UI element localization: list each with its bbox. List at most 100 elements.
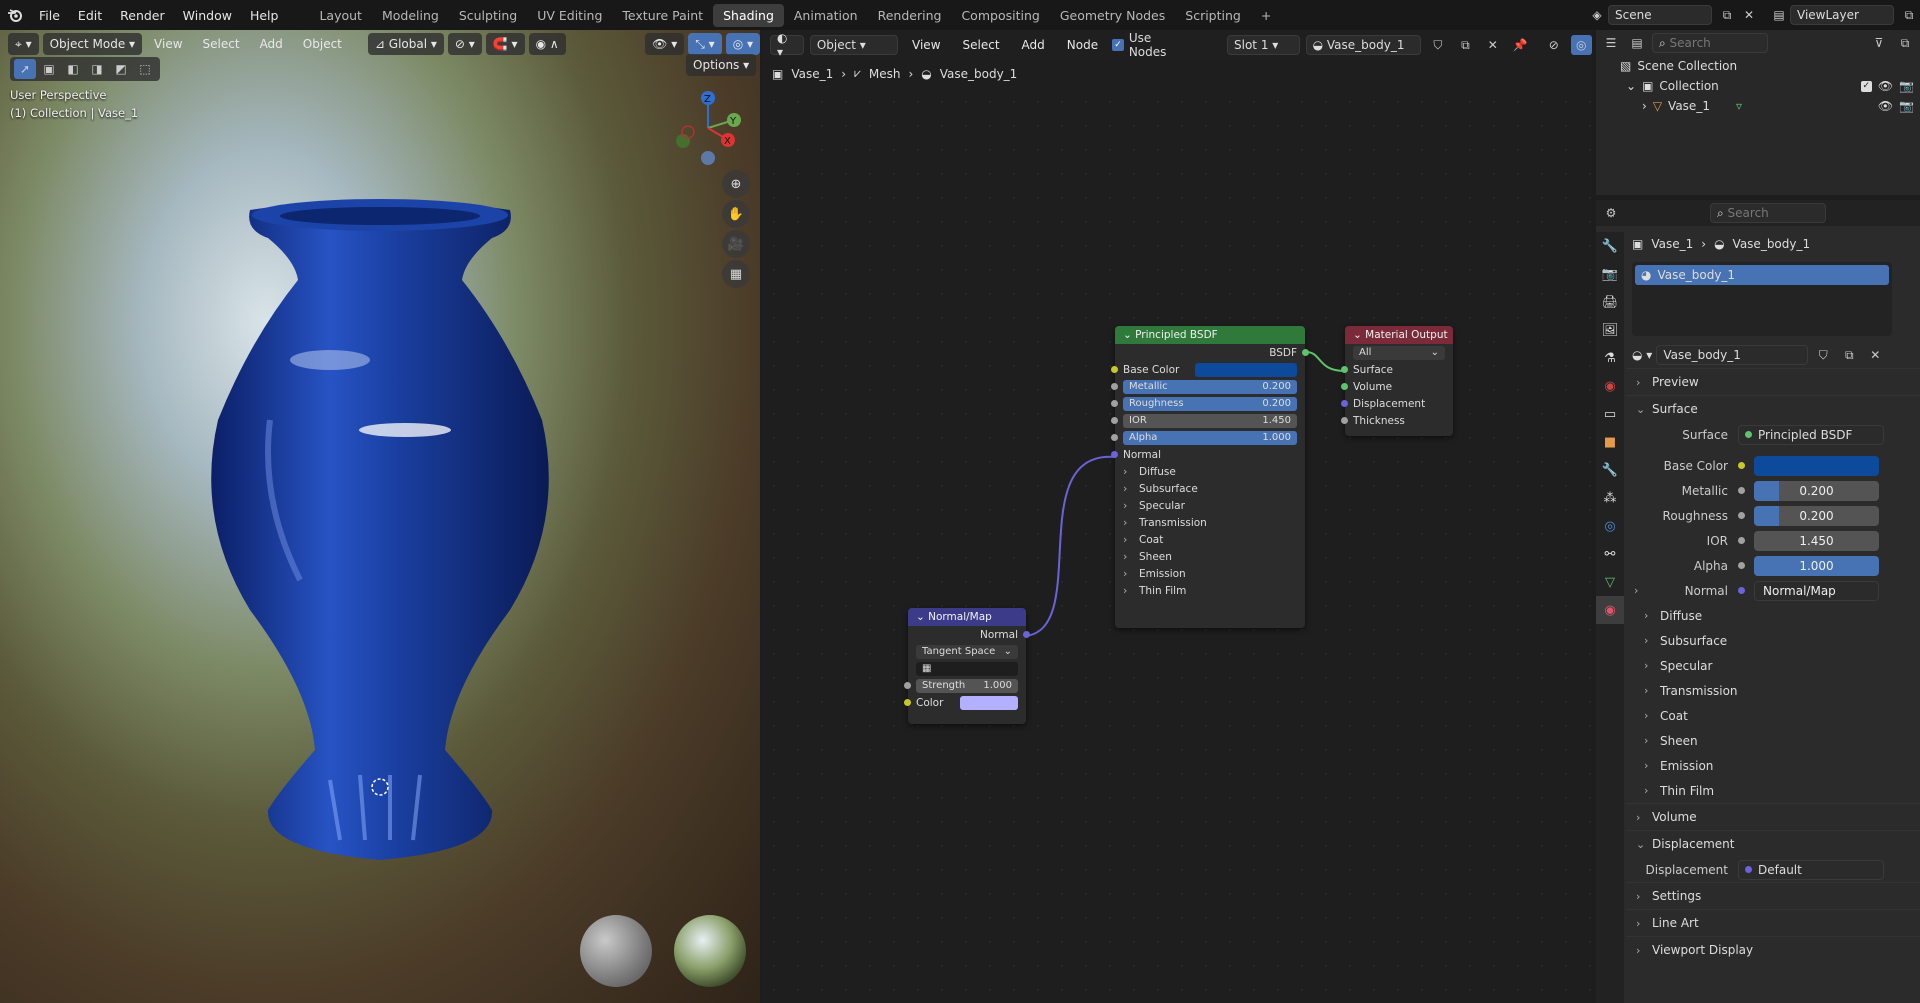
- line-art-section[interactable]: › Line Art: [1626, 909, 1920, 936]
- alpha-slider[interactable]: 1.000: [1754, 555, 1879, 576]
- viewport-menu-object[interactable]: Object: [295, 37, 350, 51]
- workspace-tab-modeling[interactable]: Modeling: [372, 4, 449, 27]
- menu-render[interactable]: Render: [111, 8, 174, 23]
- new-collection-icon[interactable]: ⧉: [1894, 33, 1916, 53]
- menu-file[interactable]: File: [30, 8, 69, 23]
- volume-socket[interactable]: [1341, 383, 1348, 390]
- select-box-intersect-icon[interactable]: ⬚: [134, 59, 156, 79]
- panel-coat[interactable]: › Coat: [1115, 531, 1305, 548]
- snap-icon[interactable]: 🧲 ▾: [485, 33, 525, 55]
- preview-section[interactable]: › Preview: [1626, 368, 1920, 395]
- new-view-layer-icon[interactable]: ⧉: [1898, 5, 1920, 25]
- base-color-socket[interactable]: [1111, 366, 1118, 373]
- unlink-material-icon[interactable]: ✕: [1864, 345, 1886, 365]
- exclude-checkbox[interactable]: ✓: [1860, 80, 1872, 92]
- expand-chevron-icon[interactable]: ›: [1642, 99, 1647, 113]
- thickness-socket[interactable]: [1341, 417, 1348, 424]
- panel-diffuse[interactable]: › Diffuse: [1115, 463, 1305, 480]
- base-color-swatch[interactable]: [1754, 455, 1879, 476]
- filter-icon[interactable]: ⊽: [1868, 33, 1890, 53]
- zoom-icon[interactable]: ⊕: [722, 170, 750, 198]
- scene-icon[interactable]: ◈: [1586, 5, 1608, 25]
- bsdf-node-header[interactable]: ⌄ Principled BSDF: [1115, 326, 1305, 344]
- panel-sheen[interactable]: › Sheen: [1626, 728, 1920, 753]
- panel-specular[interactable]: › Specular: [1115, 497, 1305, 514]
- properties-search-input[interactable]: ⌕ Search: [1710, 203, 1826, 223]
- view-layer-icon[interactable]: ▤: [1768, 5, 1790, 25]
- normal-output-socket[interactable]: [1023, 631, 1030, 638]
- eye-icon[interactable]: 👁: [1878, 79, 1893, 93]
- object-mode-dropdown[interactable]: Object Mode ▾: [42, 33, 143, 55]
- panel-transmission[interactable]: › Transmission: [1626, 678, 1920, 703]
- panel-specular[interactable]: › Specular: [1626, 653, 1920, 678]
- workspace-tab-geometry-nodes[interactable]: Geometry Nodes: [1050, 4, 1175, 27]
- 3d-viewport[interactable]: ⌖ ▾ Object Mode ▾ View Select Add Object…: [0, 30, 760, 1003]
- ior-field[interactable]: IOR 1.450: [1123, 413, 1297, 428]
- displacement-socket[interactable]: [1341, 400, 1348, 407]
- base-color-swatch[interactable]: [1195, 362, 1297, 377]
- viewport-menu-add[interactable]: Add: [252, 37, 291, 51]
- data-tab-icon[interactable]: ▽: [1596, 568, 1624, 596]
- ior-field[interactable]: 1.450: [1754, 530, 1879, 551]
- collapse-icon[interactable]: ⌄: [916, 611, 928, 623]
- menu-window[interactable]: Window: [174, 8, 241, 23]
- pan-hand-icon[interactable]: ✋: [722, 200, 750, 228]
- collection-tab-icon[interactable]: ▭: [1596, 400, 1624, 428]
- normal-color-swatch[interactable]: [960, 695, 1018, 710]
- panel-transmission[interactable]: › Transmission: [1115, 514, 1305, 531]
- material-browse-icon[interactable]: ◒ ▾: [1632, 348, 1652, 362]
- settings-section[interactable]: › Settings: [1626, 882, 1920, 909]
- eye-icon[interactable]: 👁: [1878, 99, 1893, 113]
- gizmo-toggle-icon[interactable]: ⤡ ▾: [688, 33, 722, 55]
- panel-emission[interactable]: › Emission: [1626, 753, 1920, 778]
- displacement-selector[interactable]: Default: [1738, 859, 1884, 880]
- output-target-dropdown[interactable]: All ⌄: [1353, 345, 1445, 360]
- principled-bsdf-node[interactable]: ⌄ Principled BSDF BSDF Base Color Metall…: [1111, 326, 1309, 628]
- roughness-slider[interactable]: 0.200: [1754, 505, 1879, 526]
- roughness-field[interactable]: Roughness 0.200: [1123, 396, 1297, 411]
- material-name-field[interactable]: Vase_body_1: [1656, 345, 1809, 365]
- outliner-search-input[interactable]: ⌕ Search: [1652, 33, 1768, 53]
- viewport-menu-view[interactable]: View: [146, 37, 190, 51]
- collapse-icon[interactable]: ⌄: [1353, 329, 1365, 341]
- color-socket[interactable]: [904, 699, 911, 706]
- object-tab-icon[interactable]: ■: [1596, 428, 1624, 456]
- workspace-tab-texture-paint[interactable]: Texture Paint: [612, 4, 713, 27]
- view-layer-tab-icon[interactable]: 🖼: [1596, 316, 1624, 344]
- workspace-tab-shading[interactable]: Shading: [713, 3, 784, 27]
- overlay-toggle-icon[interactable]: ◎ ▾: [725, 33, 760, 55]
- pivot-icon[interactable]: ⊘ ▾: [447, 33, 482, 55]
- material-output-node[interactable]: ⌄ Material Output All ⌄ Surface Volume Di…: [1341, 326, 1453, 436]
- material-slot-item[interactable]: ◕ Vase_body_1: [1635, 265, 1889, 285]
- volume-section[interactable]: › Volume: [1626, 803, 1920, 830]
- bsdf-output-socket[interactable]: [1302, 349, 1309, 356]
- tool-tab-icon[interactable]: 🔧: [1596, 232, 1624, 260]
- strength-field[interactable]: Strength 1.000: [916, 678, 1018, 693]
- viewport-menu-select[interactable]: Select: [195, 37, 248, 51]
- panel-subsurface[interactable]: › Subsurface: [1626, 628, 1920, 653]
- surface-socket[interactable]: [1341, 366, 1348, 373]
- panel-subsurface[interactable]: › Subsurface: [1115, 480, 1305, 497]
- surface-section[interactable]: ⌄ Surface: [1626, 395, 1920, 422]
- navigation-gizmo[interactable]: Z Y X: [668, 88, 748, 168]
- panel-thin-film[interactable]: › Thin Film: [1626, 778, 1920, 803]
- roughness-socket[interactable]: [1111, 400, 1118, 407]
- normal-map-node[interactable]: ⌄ Normal/Map Normal Tangent Space ⌄ ▦ Str…: [904, 608, 1030, 724]
- constraints-tab-icon[interactable]: ⚯: [1596, 540, 1624, 568]
- select-box-subtract-icon[interactable]: ◨: [86, 59, 108, 79]
- metallic-socket[interactable]: [1111, 383, 1118, 390]
- modifier-tab-icon[interactable]: 🔧: [1596, 456, 1624, 484]
- ior-socket-icon[interactable]: [1738, 537, 1745, 544]
- normal-socket[interactable]: [1111, 451, 1118, 458]
- workspace-tab-animation[interactable]: Animation: [784, 4, 868, 27]
- render-tab-icon[interactable]: 📷: [1596, 260, 1624, 288]
- metallic-slider[interactable]: 0.200: [1754, 480, 1879, 501]
- visibility-icon[interactable]: 👁 ▾: [645, 33, 685, 55]
- hdri-preview-sphere[interactable]: [674, 915, 746, 987]
- outliner-editor-type-icon[interactable]: ☰: [1600, 33, 1622, 53]
- strength-socket[interactable]: [904, 682, 911, 689]
- space-dropdown[interactable]: Tangent Space ⌄: [916, 644, 1018, 659]
- new-scene-icon[interactable]: ⧉: [1716, 5, 1738, 25]
- panel-thin-film[interactable]: › Thin Film: [1115, 582, 1305, 599]
- workspace-tab-uv-editing[interactable]: UV Editing: [527, 4, 612, 27]
